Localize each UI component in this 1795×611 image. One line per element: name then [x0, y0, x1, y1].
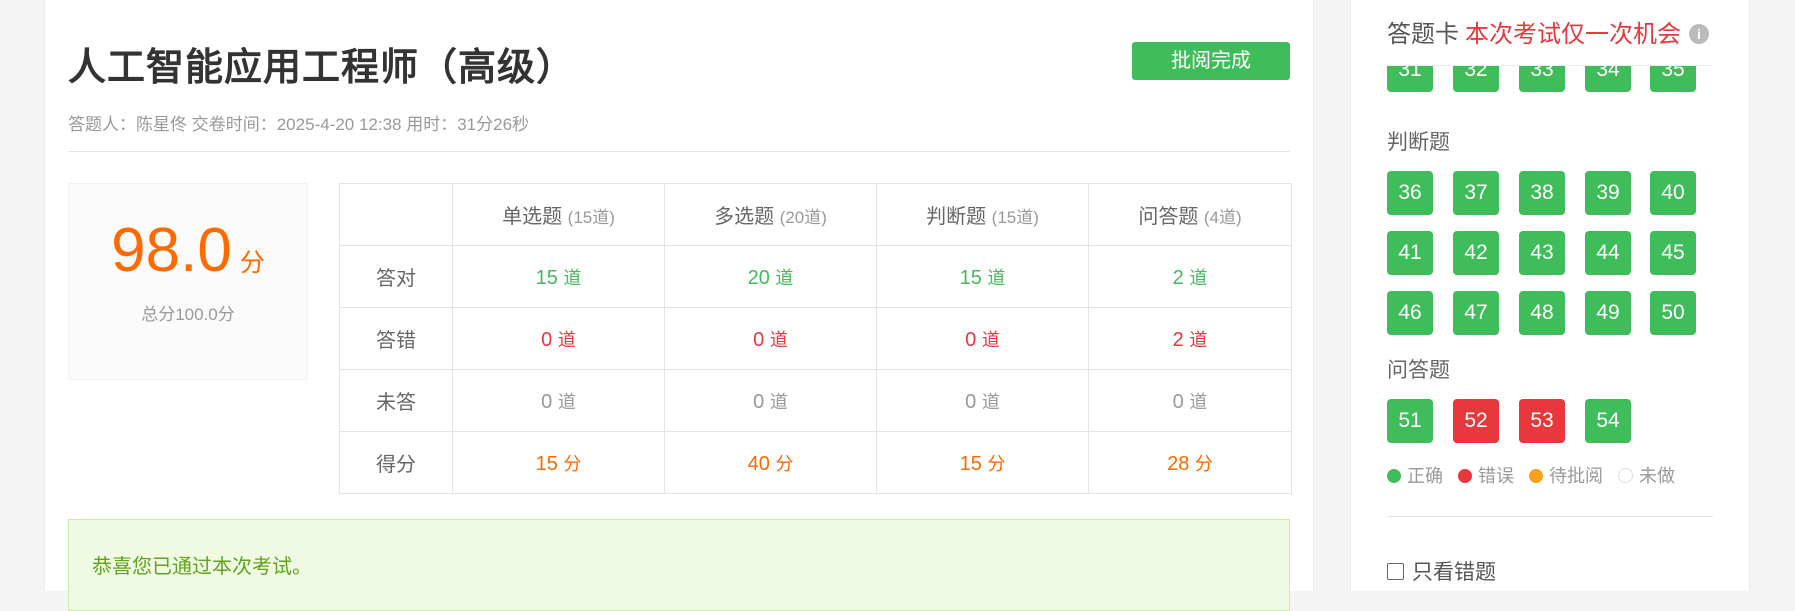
- info-icon[interactable]: i: [1689, 24, 1709, 44]
- answer-card-title: 答题卡: [1387, 21, 1459, 48]
- stats-col-header: 多选题 (20道): [664, 183, 877, 246]
- header-divider: [68, 151, 1290, 152]
- question-button[interactable]: 46: [1387, 291, 1433, 335]
- stats-cell: 0 道: [452, 307, 665, 370]
- stats-row-label: 答对: [339, 245, 453, 308]
- scrolled-question-row: 31 32 33 34 35: [1351, 66, 1749, 110]
- stats-row-label: 得分: [339, 431, 453, 494]
- stats-row-label: 答错: [339, 307, 453, 370]
- stats-cell: 15 分: [452, 431, 665, 494]
- answer-card-panel: 答题卡 本次考试仅一次机会 i 31 32 33 34 35 判断题 36 37 3…: [1350, 0, 1750, 591]
- status-legend: 正确 错误 待批阅 未做: [1387, 462, 1685, 488]
- stats-cell: 28 分: [1088, 431, 1292, 494]
- stats-header-row: 单选题 (15道) 多选题 (20道) 判断题 (15道) 问答题 (4道): [339, 183, 1292, 246]
- stats-table: 单选题 (15道) 多选题 (20道) 判断题 (15道) 问答题 (4道) 答…: [339, 183, 1292, 494]
- pass-message-box: 恭喜您已通过本次考试。: [68, 519, 1290, 611]
- stats-cell: 40 分: [664, 431, 877, 494]
- stats-cell: 2 道: [1088, 245, 1292, 308]
- question-button[interactable]: 38: [1519, 171, 1565, 215]
- stats-row-unanswered: 未答 0 道 0 道 0 道 0 道: [339, 369, 1292, 432]
- legend-undone: 未做: [1618, 462, 1675, 488]
- question-button[interactable]: 35: [1650, 66, 1696, 92]
- question-button[interactable]: 32: [1453, 66, 1499, 92]
- undone-dot-icon: [1618, 468, 1634, 483]
- stats-cell: 0 道: [664, 369, 877, 432]
- section-label-judge: 判断题: [1387, 131, 1450, 154]
- question-button[interactable]: 45: [1650, 231, 1696, 275]
- stats-cell: 0 道: [876, 307, 1089, 370]
- wrong-only-label: 只看错题: [1412, 561, 1496, 584]
- stats-cell: 0 道: [1088, 369, 1292, 432]
- review-complete-button[interactable]: 批阅完成: [1132, 42, 1290, 80]
- stats-cell: 0 道: [664, 307, 877, 370]
- question-button[interactable]: 40: [1650, 171, 1696, 215]
- stats-cell: 15 道: [876, 245, 1089, 308]
- score-total: 总分100.0分: [141, 305, 235, 324]
- question-button[interactable]: 53: [1519, 399, 1565, 443]
- stats-row-correct: 答对 15 道 20 道 15 道 2 道: [339, 245, 1292, 308]
- checkbox-icon[interactable]: [1387, 563, 1404, 580]
- stats-cell: 0 道: [452, 369, 665, 432]
- pending-dot-icon: [1529, 469, 1544, 483]
- question-button[interactable]: 47: [1453, 291, 1499, 335]
- wrong-only-checkbox[interactable]: 只看错题: [1387, 556, 1496, 586]
- stats-row-label: 未答: [339, 369, 453, 432]
- exam-result-panel: 人工智能应用工程师（高级） 批阅完成 答题人：陈星佟 交卷时间：2025-4-2…: [44, 0, 1314, 611]
- question-button[interactable]: 39: [1585, 171, 1631, 215]
- legend-divider: [1387, 516, 1713, 517]
- score-value: 98.0: [111, 216, 232, 285]
- question-button[interactable]: 37: [1453, 171, 1499, 215]
- legend-pending: 待批阅: [1529, 462, 1603, 488]
- question-button[interactable]: 36: [1387, 171, 1433, 215]
- score-display: 98.0 分: [69, 216, 307, 298]
- stats-row-score: 得分 15 分 40 分 15 分 28 分: [339, 431, 1292, 494]
- answer-card-warning: 本次考试仅一次机会: [1465, 21, 1681, 48]
- stats-cell: 0 道: [876, 369, 1089, 432]
- exam-meta-info: 答题人：陈星佟 交卷时间：2025-4-20 12:38 用时：31分26秒: [68, 115, 530, 134]
- exam-title: 人工智能应用工程师（高级）: [68, 47, 576, 89]
- question-button[interactable]: 52: [1453, 399, 1499, 443]
- legend-wrong: 错误: [1458, 462, 1514, 488]
- stats-row-wrong: 答错 0 道 0 道 0 道 2 道: [339, 307, 1292, 370]
- legend-correct: 正确: [1387, 462, 1443, 488]
- stats-col-header: 问答题 (4道): [1088, 183, 1292, 246]
- question-button[interactable]: 50: [1650, 291, 1696, 335]
- wrong-dot-icon: [1458, 469, 1473, 483]
- score-unit: 分: [239, 249, 265, 277]
- stats-cell: 20 道: [664, 245, 877, 308]
- question-button[interactable]: 33: [1519, 66, 1565, 92]
- stats-cell: 15 道: [452, 245, 665, 308]
- question-button[interactable]: 34: [1585, 66, 1631, 92]
- question-button[interactable]: 49: [1585, 291, 1631, 335]
- question-button[interactable]: 48: [1519, 291, 1565, 335]
- answer-card-header: 答题卡 本次考试仅一次机会 i: [1387, 14, 1709, 49]
- question-button[interactable]: 51: [1387, 399, 1433, 443]
- section-label-qa: 问答题: [1387, 359, 1450, 382]
- question-button[interactable]: 42: [1453, 231, 1499, 275]
- question-button[interactable]: 44: [1585, 231, 1631, 275]
- stats-corner-cell: [339, 183, 453, 246]
- question-button[interactable]: 31: [1387, 66, 1433, 92]
- correct-dot-icon: [1387, 469, 1401, 483]
- stats-col-header: 判断题 (15道): [876, 183, 1089, 246]
- question-button[interactable]: 54: [1585, 399, 1631, 443]
- stats-cell: 15 分: [876, 431, 1089, 494]
- question-button[interactable]: 41: [1387, 231, 1433, 275]
- stats-col-header: 单选题 (15道): [452, 183, 665, 246]
- score-card: 98.0 分 总分100.0分: [68, 183, 308, 380]
- question-button[interactable]: 43: [1519, 231, 1565, 275]
- stats-cell: 2 道: [1088, 307, 1292, 370]
- pass-message: 恭喜您已通过本次考试。: [92, 556, 312, 578]
